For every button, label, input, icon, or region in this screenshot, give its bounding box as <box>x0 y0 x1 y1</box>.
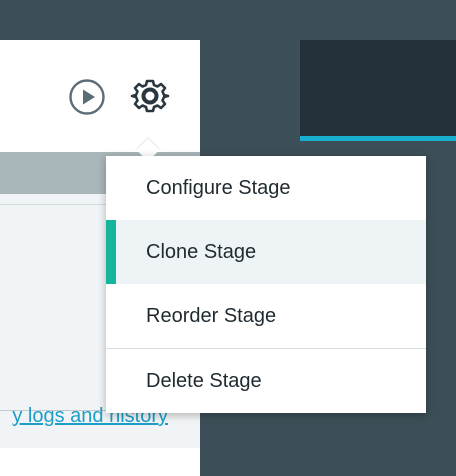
gear-icon[interactable] <box>130 76 170 116</box>
dark-panel-accent-bar <box>300 136 456 141</box>
stage-card-footer <box>0 448 170 476</box>
menu-item-label: Reorder Stage <box>146 304 277 327</box>
menu-item-configure-stage[interactable]: Configure Stage <box>106 156 426 220</box>
menu-item-clone-stage[interactable]: Clone Stage <box>106 220 426 284</box>
dark-panel <box>300 40 456 136</box>
stage-options-menu: Configure Stage Clone Stage Reorder Stag… <box>106 156 426 413</box>
menu-item-reorder-stage[interactable]: Reorder Stage <box>106 284 426 348</box>
menu-item-label: Clone Stage <box>146 240 257 263</box>
active-indicator <box>106 220 116 284</box>
play-circle-icon[interactable] <box>68 78 106 116</box>
menu-item-label: Delete Stage <box>146 369 262 392</box>
menu-item-label: Configure Stage <box>146 176 291 199</box>
menu-item-delete-stage[interactable]: Delete Stage <box>106 349 426 413</box>
